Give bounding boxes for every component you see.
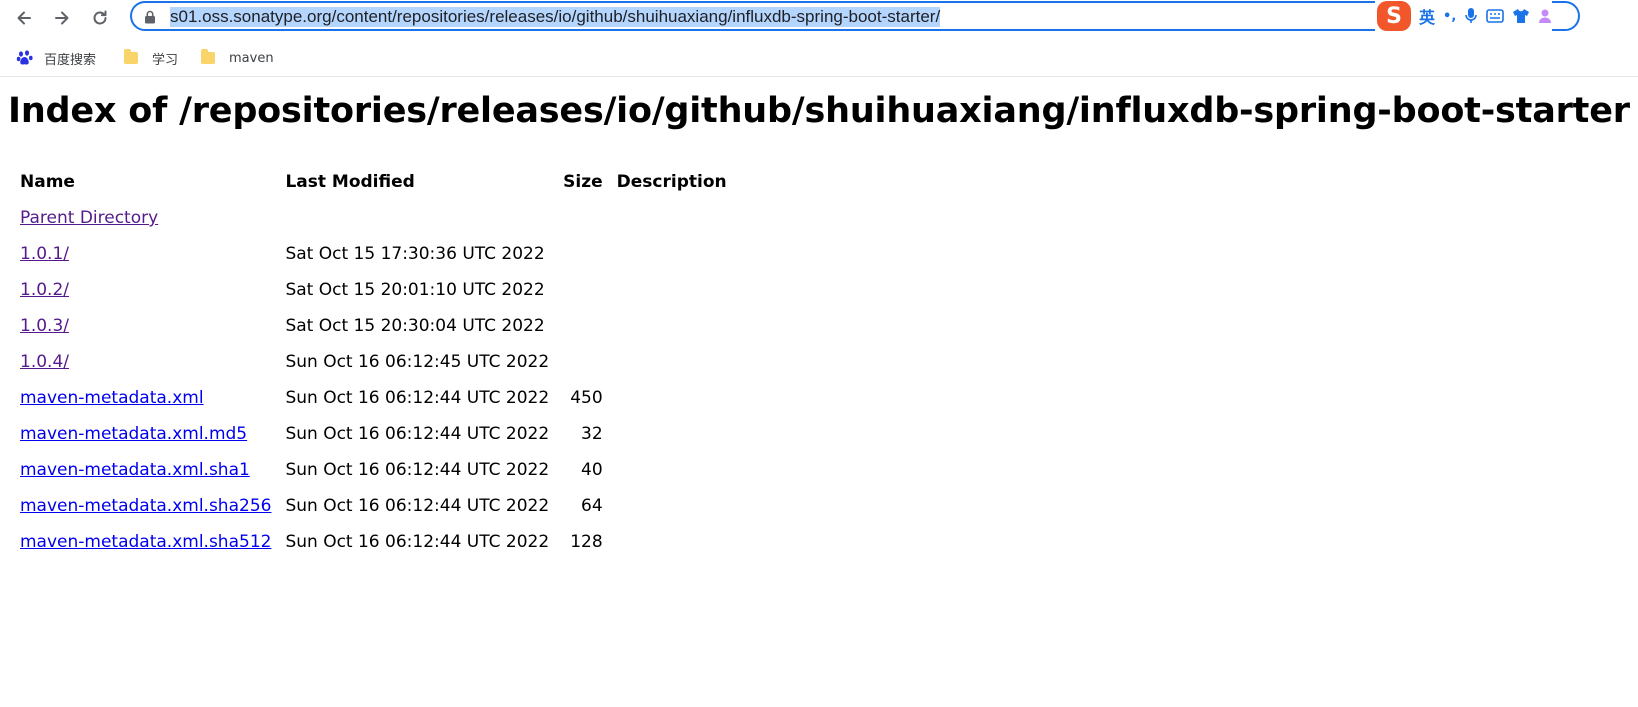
table-row: maven-metadata.xml.sha1 Sun Oct 16 06:12:…	[20, 452, 727, 488]
column-header-size: Size	[563, 172, 603, 192]
column-header-modified: Last Modified	[285, 172, 415, 192]
name-cell: maven-metadata.xml.sha512	[20, 524, 281, 560]
table-row: maven-metadata.xml.md5 Sun Oct 16 06:12:4…	[20, 416, 727, 452]
size-cell	[553, 272, 603, 308]
parent-directory-link[interactable]: Parent Directory	[20, 208, 158, 228]
lock-icon[interactable]	[144, 10, 156, 24]
modified-cell: Sun Oct 16 06:12:44 UTC 2022	[285, 388, 550, 408]
description-cell	[607, 380, 727, 416]
modified-cell: Sat Oct 15 20:30:04 UTC 2022	[285, 316, 545, 336]
description-cell	[607, 236, 727, 272]
bookmark-label: maven	[229, 50, 274, 66]
file-link[interactable]: maven-metadata.xml.sha1	[20, 460, 250, 480]
table-row: maven-metadata.xml Sun Oct 16 06:12:44 UT…	[20, 380, 727, 416]
microphone-icon[interactable]	[1464, 7, 1478, 25]
folder-icon	[124, 49, 138, 64]
file-link[interactable]: maven-metadata.xml	[20, 388, 204, 408]
file-link[interactable]: 1.0.1/	[20, 244, 69, 264]
modified-cell: Sun Oct 16 06:12:44 UTC 2022	[285, 532, 550, 552]
user-icon[interactable]	[1538, 8, 1552, 24]
table-row: 1.0.4/Sun Oct 16 06:12:45 UTC 2022	[20, 344, 727, 380]
file-link[interactable]: 1.0.2/	[20, 280, 69, 300]
size-cell: 450	[570, 388, 603, 408]
description-cell	[607, 524, 727, 560]
size-cell: 32	[581, 424, 603, 444]
table-row: 1.0.3/Sat Oct 15 20:30:04 UTC 2022	[20, 308, 727, 344]
size-cell	[553, 236, 603, 272]
sogou-logo-icon[interactable]: S	[1377, 1, 1411, 31]
file-link[interactable]: 1.0.3/	[20, 316, 69, 336]
size-cell: 40	[581, 460, 603, 480]
directory-listing: Name Last Modified Size Description Pare…	[16, 164, 731, 560]
bookmark-label: 学习	[152, 52, 179, 68]
file-link[interactable]: 1.0.4/	[20, 352, 69, 372]
size-cell: 128	[570, 532, 603, 552]
bookmark-folder-study[interactable]: 学习	[124, 48, 178, 68]
size-cell	[553, 200, 603, 236]
modified-cell	[285, 200, 549, 236]
table-row: 1.0.2/Sat Oct 15 20:01:10 UTC 2022	[20, 272, 727, 308]
description-cell	[607, 308, 727, 344]
column-header-description: Description	[616, 172, 727, 192]
name-cell: 1.0.2/	[20, 272, 281, 308]
description-cell	[607, 452, 727, 488]
back-button[interactable]	[10, 4, 38, 32]
size-cell	[553, 344, 603, 380]
reload-icon	[93, 10, 107, 25]
table-row-parent: Parent Directory	[20, 200, 727, 236]
description-cell	[607, 488, 727, 524]
name-cell: maven-metadata.xml.sha1	[20, 452, 281, 488]
file-link[interactable]: maven-metadata.xml.sha256	[20, 496, 271, 516]
ime-toolbar: S 英 •,	[1375, 0, 1553, 32]
description-cell	[607, 416, 727, 452]
modified-cell: Sun Oct 16 06:12:44 UTC 2022	[285, 424, 550, 444]
url-text[interactable]: s01.oss.sonatype.org/content/repositorie…	[170, 7, 941, 27]
bookmark-baidu[interactable]: 百度搜索	[16, 48, 96, 68]
forward-button[interactable]	[48, 4, 76, 32]
column-header-name: Name	[20, 172, 75, 192]
name-cell: 1.0.3/	[20, 308, 281, 344]
name-cell: maven-metadata.xml.sha256	[20, 488, 281, 524]
name-cell: maven-metadata.xml.md5	[20, 416, 281, 452]
browser-toolbar: s01.oss.sonatype.org/content/repositorie…	[0, 0, 1638, 36]
name-cell: maven-metadata.xml	[20, 380, 281, 416]
bookmark-folder-maven[interactable]: maven	[201, 48, 274, 68]
size-cell: 64	[581, 496, 603, 516]
table-row: maven-metadata.xml.sha256 Sun Oct 16 06:1…	[20, 488, 727, 524]
folder-icon	[201, 49, 215, 64]
table-row: 1.0.1/Sat Oct 15 17:30:36 UTC 2022	[20, 236, 727, 272]
name-cell: Parent Directory	[20, 200, 281, 236]
header-row: Name Last Modified Size Description	[20, 164, 727, 200]
modified-cell: Sun Oct 16 06:12:44 UTC 2022	[285, 460, 550, 480]
file-link[interactable]: maven-metadata.xml.md5	[20, 424, 247, 444]
ime-punct-toggle[interactable]: •,	[1443, 9, 1456, 24]
keyboard-icon[interactable]	[1486, 8, 1505, 24]
bookmarks-bar: 百度搜索 学习 maven	[0, 40, 1638, 77]
address-bar[interactable]: s01.oss.sonatype.org/content/repositorie…	[130, 1, 1580, 31]
shirt-icon[interactable]	[1512, 8, 1530, 24]
modified-cell: Sat Oct 15 20:01:10 UTC 2022	[285, 280, 545, 300]
table-row: maven-metadata.xml.sha512 Sun Oct 16 06:1…	[20, 524, 727, 560]
ime-mode-toggle[interactable]: 英	[1419, 4, 1435, 28]
page-title: Index of /repositories/releases/io/githu…	[8, 91, 1630, 131]
modified-cell: Sat Oct 15 17:30:36 UTC 2022	[285, 244, 545, 264]
reload-button[interactable]	[86, 4, 114, 32]
file-link[interactable]: maven-metadata.xml.sha512	[20, 532, 271, 552]
modified-cell: Sun Oct 16 06:12:44 UTC 2022	[285, 496, 550, 516]
modified-cell: Sun Oct 16 06:12:45 UTC 2022	[285, 352, 550, 372]
description-cell	[607, 344, 727, 380]
size-cell	[553, 308, 603, 344]
arrow-right-icon	[55, 11, 69, 25]
description-cell	[607, 272, 727, 308]
name-cell: 1.0.4/	[20, 344, 281, 380]
bookmark-label: 百度搜索	[44, 52, 97, 68]
name-cell: 1.0.1/	[20, 236, 281, 272]
arrow-left-icon	[17, 11, 31, 25]
baidu-paw-icon	[16, 50, 33, 65]
description-cell	[607, 200, 727, 236]
